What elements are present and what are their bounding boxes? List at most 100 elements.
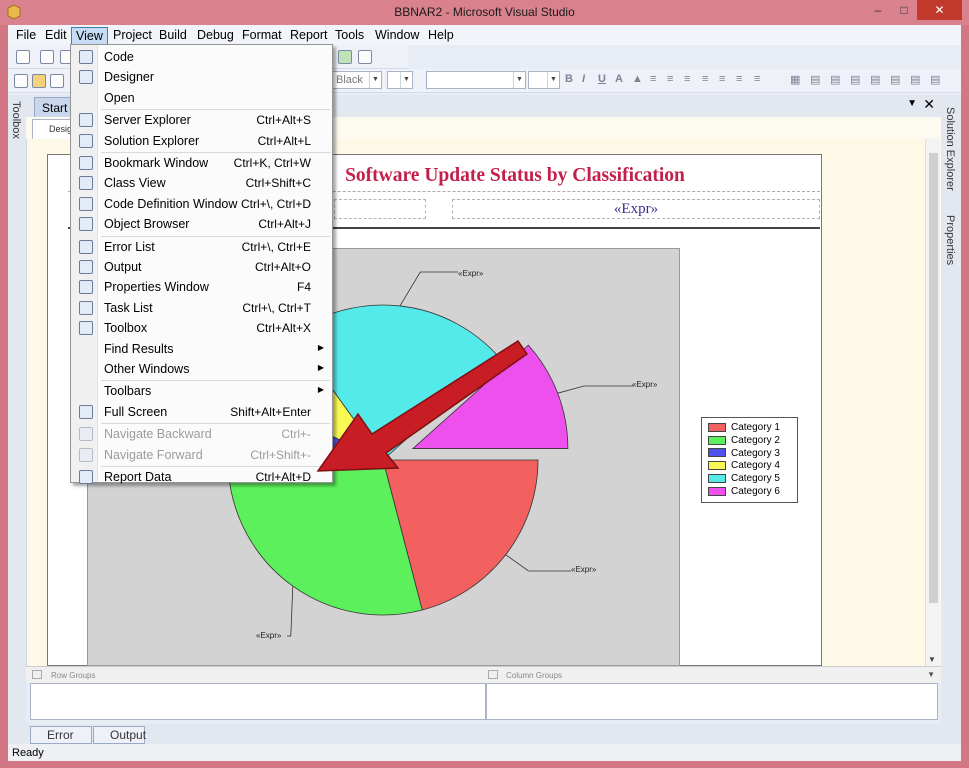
- menu-item-server-explorer[interactable]: Server Explorer Ctrl+Alt+S: [71, 110, 332, 130]
- status-text: Ready: [12, 747, 44, 759]
- menu-format[interactable]: Format: [238, 27, 286, 45]
- menu-item-code-definition-window[interactable]: Code Definition Window Ctrl+\, Ctrl+D: [71, 194, 332, 214]
- menu-file[interactable]: File: [12, 27, 40, 45]
- chevron-down-icon[interactable]: ▼: [369, 72, 381, 88]
- menu-report[interactable]: Report: [286, 27, 332, 45]
- outdent-icon[interactable]: ≡: [736, 73, 742, 85]
- expr-textbox-main[interactable]: «Expr»: [452, 199, 820, 219]
- background-color-icon[interactable]: ▲: [632, 73, 643, 85]
- close-button[interactable]: ✕: [917, 0, 962, 20]
- menu-item-designer[interactable]: Designer: [71, 67, 332, 87]
- menu-item-output[interactable]: Output Ctrl+Alt+O: [71, 257, 332, 277]
- legend-label: Category 3: [731, 447, 780, 459]
- toolbar-icon[interactable]: [32, 74, 46, 88]
- menu-item-shortcut: Ctrl+\, Ctrl+D: [240, 196, 311, 211]
- menu-item-task-list[interactable]: Task List Ctrl+\, Ctrl+T: [71, 298, 332, 318]
- menu-item-report-data[interactable]: Report Data Ctrl+Alt+D: [71, 467, 332, 487]
- italic-icon[interactable]: I: [582, 73, 585, 85]
- close-icon[interactable]: ✕: [923, 96, 935, 113]
- bullets-icon[interactable]: ≡: [702, 73, 708, 85]
- toolbox-panel-tab[interactable]: Toolbox: [8, 95, 26, 725]
- font-size-combo[interactable]: ▼: [528, 71, 560, 89]
- menu-item-shortcut: Ctrl+K, Ctrl+W: [233, 156, 311, 170]
- layout-icon[interactable]: ▦: [790, 73, 800, 86]
- chevron-down-icon[interactable]: ▼: [928, 655, 936, 664]
- solution-explorer-tab[interactable]: Solution Explorer: [944, 107, 956, 191]
- font-name-combo[interactable]: ▼: [426, 71, 526, 89]
- toolbar-icon[interactable]: [14, 74, 28, 88]
- maximize-button[interactable]: □: [891, 0, 917, 20]
- chevron-down-icon[interactable]: ▼: [927, 670, 935, 679]
- menu-item-label: Error List: [104, 239, 155, 254]
- toolbar-icon[interactable]: [50, 74, 64, 88]
- error-list-icon: [79, 239, 93, 254]
- menu-item-class-view[interactable]: Class View Ctrl+Shift+C: [71, 173, 332, 193]
- data-label: «Expr»: [632, 380, 658, 389]
- align-left-icon[interactable]: ≡: [650, 73, 656, 85]
- code-icon: [79, 50, 93, 64]
- border-combo[interactable]: ▼: [387, 71, 413, 89]
- save-icon[interactable]: [40, 50, 54, 64]
- menu-item-bookmark-window[interactable]: Bookmark Window Ctrl+K, Ctrl+W: [71, 153, 332, 173]
- report-title[interactable]: Software Update Status by Classification: [330, 165, 700, 187]
- groups-pane[interactable]: [30, 683, 938, 720]
- align-bottoms-icon[interactable]: ▤: [910, 73, 920, 86]
- menu-item-toolbars[interactable]: Toolbars ▶: [71, 381, 332, 401]
- navigate-forward-icon: [79, 447, 93, 462]
- menu-item-object-browser[interactable]: Object Browser Ctrl+Alt+J: [71, 214, 332, 234]
- align-center-icon[interactable]: ≡: [667, 73, 673, 85]
- menu-debug[interactable]: Debug: [193, 27, 238, 45]
- properties-tab[interactable]: Properties: [944, 215, 956, 265]
- menu-item-open[interactable]: Open: [71, 88, 332, 108]
- font-color-icon[interactable]: A: [615, 73, 623, 85]
- data-label: «Expr»: [571, 565, 597, 574]
- menu-project[interactable]: Project: [109, 27, 156, 45]
- menu-item-solution-explorer[interactable]: Solution Explorer Ctrl+Alt+L: [71, 131, 332, 151]
- menu-window[interactable]: Window: [371, 27, 423, 45]
- tab-design[interactable]: Design: [32, 119, 77, 139]
- minimize-button[interactable]: –: [865, 0, 891, 20]
- align-right-icon[interactable]: ≡: [684, 73, 690, 85]
- menu-item-code[interactable]: Code: [71, 47, 332, 67]
- align-rights-icon[interactable]: ▤: [850, 73, 860, 86]
- menu-edit[interactable]: Edit: [41, 27, 71, 45]
- size-icon[interactable]: ▤: [930, 73, 940, 86]
- menu-item-shortcut: Ctrl+Alt+J: [258, 217, 311, 232]
- chevron-down-icon[interactable]: ▼: [907, 98, 917, 109]
- vertical-scrollbar[interactable]: ▼: [925, 139, 940, 666]
- new-project-icon[interactable]: [16, 50, 30, 64]
- underline-icon[interactable]: U: [598, 73, 606, 85]
- chevron-down-icon[interactable]: ▼: [400, 72, 412, 88]
- align-tops-icon[interactable]: ▤: [870, 73, 880, 86]
- bold-icon[interactable]: B: [565, 73, 573, 85]
- menu-item-error-list[interactable]: Error List Ctrl+\, Ctrl+E: [71, 237, 332, 257]
- tab-output[interactable]: Output: [93, 726, 146, 744]
- menu-item-label: Designer: [104, 70, 155, 85]
- menu-view[interactable]: View: [71, 27, 108, 45]
- scroll-thumb[interactable]: [929, 153, 938, 603]
- properties-icon: [79, 280, 93, 295]
- menu-help[interactable]: Help: [424, 27, 458, 45]
- step-icon[interactable]: [358, 50, 372, 64]
- data-label-leader-line: [399, 271, 458, 307]
- menu-build[interactable]: Build: [155, 27, 191, 45]
- align-lefts-icon[interactable]: ▤: [810, 73, 820, 86]
- legend-entry: Category 1: [708, 422, 780, 434]
- font-color-combo[interactable]: Black ▼: [332, 71, 382, 89]
- tab-error-list[interactable]: Error List: [30, 726, 92, 758]
- align-middles-icon[interactable]: ▤: [890, 73, 900, 86]
- menu-tools[interactable]: Tools: [331, 27, 368, 45]
- chevron-down-icon[interactable]: ▼: [547, 72, 559, 88]
- chevron-down-icon[interactable]: ▼: [513, 72, 525, 88]
- menu-item-find-results[interactable]: Find Results ▶: [71, 339, 332, 359]
- indent-icon[interactable]: ≡: [754, 73, 760, 85]
- menu-item-full-screen[interactable]: Full Screen Shift+Alt+Enter: [71, 402, 332, 422]
- expr-textbox[interactable]: [334, 199, 426, 219]
- numbering-icon[interactable]: ≡: [719, 73, 725, 85]
- object-browser-icon: [79, 217, 93, 232]
- menu-item-other-windows[interactable]: Other Windows ▶: [71, 359, 332, 379]
- align-centers-icon[interactable]: ▤: [830, 73, 840, 86]
- start-icon[interactable]: [338, 50, 352, 64]
- menu-item-toolbox[interactable]: Toolbox Ctrl+Alt+X: [71, 318, 332, 338]
- menu-item-properties-window[interactable]: Properties Window F4: [71, 277, 332, 297]
